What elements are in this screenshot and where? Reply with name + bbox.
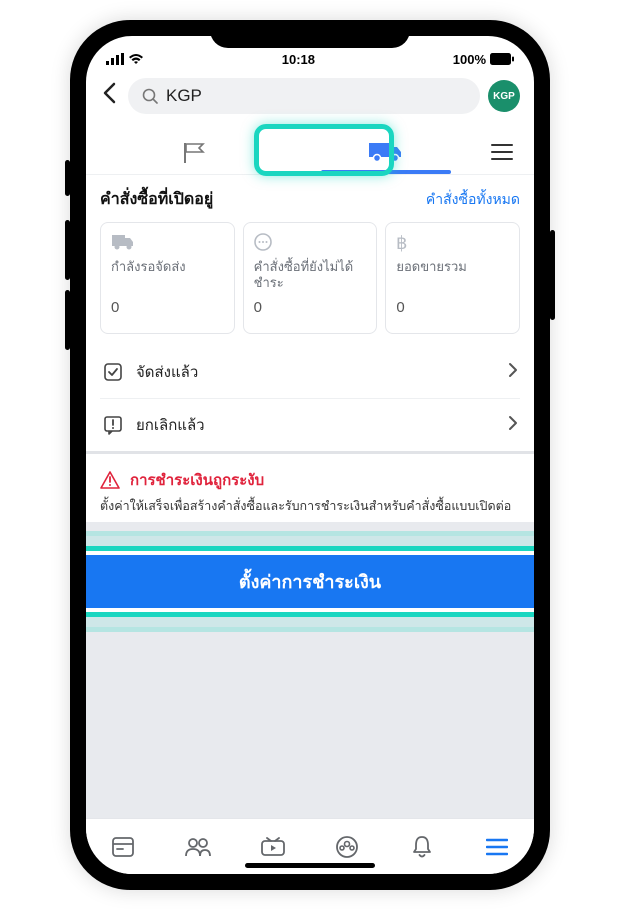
search-input[interactable]: KGP (128, 78, 480, 114)
chevron-left-icon (102, 82, 116, 104)
checkbox-icon (103, 362, 123, 382)
status-signal (106, 53, 144, 65)
header: KGP KGP (86, 72, 534, 124)
side-button (65, 220, 70, 280)
svg-text:฿: ฿ (396, 233, 407, 253)
phone-notch (210, 20, 410, 48)
wifi-icon (128, 53, 144, 65)
nav-watch[interactable] (253, 827, 293, 867)
stat-label: ยอดขายรวม (396, 259, 509, 293)
truck-icon (111, 233, 135, 251)
status-battery: 100% (453, 52, 514, 67)
stat-label: คำสั่งซื้อที่ยังไม่ได้ชำระ (254, 259, 367, 293)
chevron-right-icon (508, 415, 518, 436)
stat-value: 0 (396, 299, 509, 316)
search-icon (142, 88, 158, 104)
nav-notifications[interactable] (402, 827, 442, 867)
chevron-right-icon (508, 362, 518, 383)
battery-icon (490, 53, 514, 65)
stat-total-sales[interactable]: ฿ ยอดขายรวม 0 (385, 222, 520, 334)
battery-percent: 100% (453, 52, 486, 67)
menu-button[interactable] (482, 143, 522, 161)
watch-icon (260, 837, 286, 857)
cta-highlight: ตั้งค่าการชำระเงิน (86, 536, 534, 627)
tabs (86, 124, 534, 175)
home-indicator (245, 863, 375, 868)
warning-icon (100, 471, 120, 489)
stat-grid: กำลังรอจัดส่ง 0 คำสั่งซื้อที่ยังไม่ได้ชำ… (100, 222, 520, 334)
baht-icon: ฿ (396, 233, 410, 253)
back-button[interactable] (98, 82, 120, 111)
phone-frame: 10:18 100% KGP KGP (70, 20, 550, 890)
feed-icon (111, 836, 135, 858)
hamburger-icon (486, 838, 508, 856)
row-label: จัดส่งแล้ว (136, 360, 496, 384)
side-button (65, 290, 70, 350)
alert-title: การชำระเงินถูกระงับ (130, 468, 264, 492)
section-title: คำสั่งซื้อที่เปิดอยู่ (100, 187, 213, 212)
nav-menu[interactable] (477, 827, 517, 867)
row-shipped[interactable]: จัดส่งแล้ว (100, 346, 520, 399)
nav-groups[interactable] (327, 827, 367, 867)
side-button (65, 160, 70, 196)
alert-title-row: การชำระเงินถูกระงับ (100, 468, 520, 492)
flag-icon (181, 140, 207, 164)
section-header: คำสั่งซื้อที่เปิดอยู่ คำสั่งซื้อทั้งหมด (100, 187, 520, 212)
stat-label: กำลังรอจัดส่ง (111, 259, 224, 293)
screen: 10:18 100% KGP KGP (86, 36, 534, 874)
stat-value: 0 (254, 299, 367, 316)
signal-icon (106, 53, 124, 65)
groups-icon (335, 835, 359, 859)
avatar[interactable]: KGP (488, 80, 520, 112)
order-status-rows: จัดส่งแล้ว ยกเลิกแล้ว (86, 342, 534, 451)
setup-payment-button[interactable]: ตั้งค่าการชำระเงิน (86, 555, 534, 608)
row-label: ยกเลิกแล้ว (136, 413, 496, 437)
cta-highlight-inner: ตั้งค่าการชำระเงิน (86, 546, 534, 617)
tab-highlight (254, 124, 394, 176)
payment-alert: การชำระเงินถูกระงับ ตั้งค่าให้เสร็จเพื่อ… (86, 451, 534, 522)
row-cancelled[interactable]: ยกเลิกแล้ว (100, 399, 520, 451)
friends-icon (184, 836, 212, 858)
bell-icon (411, 835, 433, 859)
nav-feed[interactable] (103, 827, 143, 867)
open-orders-section: คำสั่งซื้อที่เปิดอยู่ คำสั่งซื้อทั้งหมด … (86, 175, 534, 342)
hamburger-icon (491, 143, 513, 161)
alert-description: ตั้งค่าให้เสร็จเพื่อสร้างคำสั่งซื้อและรั… (100, 498, 520, 516)
stat-pending-shipping[interactable]: กำลังรอจัดส่ง 0 (100, 222, 235, 334)
stat-unpaid[interactable]: คำสั่งซื้อที่ยังไม่ได้ชำระ 0 (243, 222, 378, 334)
pending-icon (254, 233, 272, 251)
status-time: 10:18 (282, 52, 315, 67)
cta-label: ตั้งค่าการชำระเงิน (239, 572, 381, 592)
comment-alert-icon (103, 415, 123, 435)
search-value: KGP (166, 86, 202, 106)
nav-friends[interactable] (178, 827, 218, 867)
side-button (550, 230, 555, 320)
stat-value: 0 (111, 299, 224, 316)
all-orders-link[interactable]: คำสั่งซื้อทั้งหมด (426, 189, 520, 211)
avatar-label: KGP (493, 91, 515, 102)
